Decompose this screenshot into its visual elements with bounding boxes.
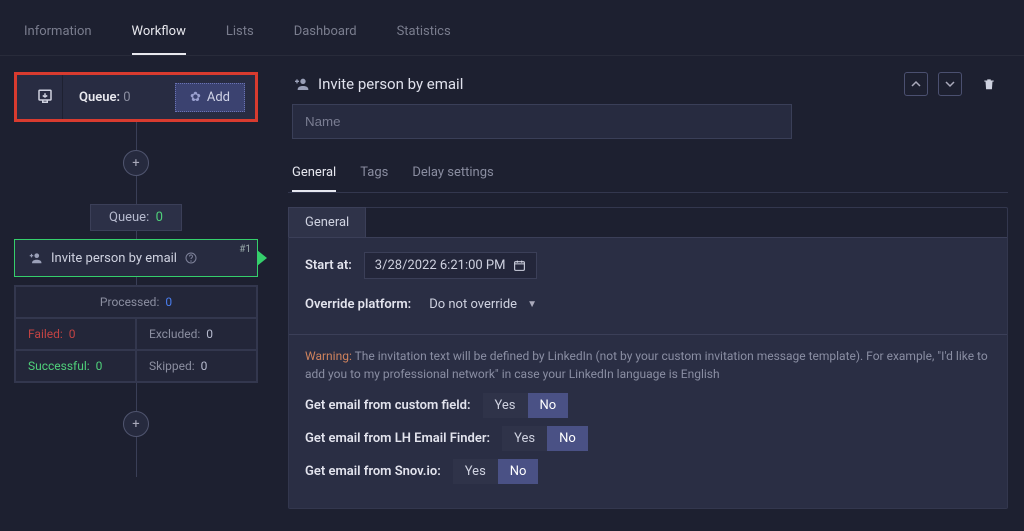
tab-information[interactable]: Information bbox=[24, 14, 92, 55]
add-step-button-1[interactable]: + bbox=[123, 150, 149, 176]
opt-custom-field-label: Get email from custom field: bbox=[305, 398, 471, 413]
subtab-tags[interactable]: Tags bbox=[360, 159, 388, 192]
stat-successful: Successful: 0 bbox=[15, 350, 136, 382]
start-at-label: Start at: bbox=[305, 258, 352, 273]
invite-person-icon bbox=[292, 76, 310, 92]
move-up-button[interactable] bbox=[904, 72, 928, 96]
opt-lh-finder-label: Get email from LH Email Finder: bbox=[305, 431, 490, 446]
opt-snov-toggle[interactable]: Yes No bbox=[453, 459, 539, 484]
details-panel: Invite person by email General Tags Dela… bbox=[280, 56, 1024, 531]
subtab-delay[interactable]: Delay settings bbox=[412, 159, 493, 192]
opt-lh-finder-toggle[interactable]: Yes No bbox=[502, 426, 588, 451]
yes-option[interactable]: Yes bbox=[453, 459, 498, 484]
invite-person-icon bbox=[27, 251, 43, 265]
step-arrow-icon bbox=[257, 250, 267, 266]
panel-title: Invite person by email bbox=[292, 75, 894, 93]
chevron-down-icon: ▼ bbox=[527, 299, 537, 310]
stat-failed: Failed: 0 bbox=[15, 318, 136, 350]
tab-workflow[interactable]: Workflow bbox=[132, 14, 186, 55]
start-at-input[interactable]: 3/28/2022 6:21:00 PM bbox=[364, 252, 538, 279]
queue-node[interactable]: Queue: 0 ✿ Add bbox=[14, 72, 258, 122]
override-label: Override platform: bbox=[305, 297, 411, 312]
gear-icon: ✿ bbox=[190, 90, 201, 105]
subtab-general[interactable]: General bbox=[292, 159, 336, 192]
step-stats: Processed: 0 Failed: 0 Excluded: 0 Succe… bbox=[14, 285, 258, 383]
queue-label: Queue: 0 bbox=[79, 90, 163, 105]
stat-skipped: Skipped: 0 bbox=[136, 350, 257, 382]
workflow-canvas: Queue: 0 ✿ Add + Queue: 0 Invite person … bbox=[0, 56, 280, 531]
yes-option[interactable]: Yes bbox=[483, 393, 528, 418]
move-down-button[interactable] bbox=[938, 72, 962, 96]
yes-option[interactable]: Yes bbox=[502, 426, 547, 451]
no-option[interactable]: No bbox=[547, 426, 588, 451]
queue-icon bbox=[27, 75, 63, 119]
add-button[interactable]: ✿ Add bbox=[175, 83, 245, 112]
calendar-icon bbox=[513, 259, 526, 272]
tab-dashboard[interactable]: Dashboard bbox=[294, 14, 357, 55]
main-tabs: Information Workflow Lists Dashboard Sta… bbox=[0, 0, 1024, 56]
opt-snov-label: Get email from Snov.io: bbox=[305, 464, 441, 479]
add-step-button-2[interactable]: + bbox=[123, 411, 149, 437]
no-option[interactable]: No bbox=[528, 393, 569, 418]
warning-text: Warning: The invitation text will be def… bbox=[305, 347, 991, 383]
step-invite-by-email[interactable]: Invite person by email #1 bbox=[14, 239, 258, 277]
help-icon[interactable] bbox=[185, 252, 197, 264]
step-name-input[interactable] bbox=[292, 104, 792, 139]
delete-button[interactable] bbox=[982, 76, 996, 92]
tab-statistics[interactable]: Statistics bbox=[397, 14, 451, 55]
stat-excluded: Excluded: 0 bbox=[136, 318, 257, 350]
queue-badge: Queue: 0 bbox=[90, 204, 182, 231]
opt-custom-field-toggle[interactable]: Yes No bbox=[483, 393, 569, 418]
stat-processed: Processed: 0 bbox=[15, 286, 257, 318]
no-option[interactable]: No bbox=[498, 459, 539, 484]
step-index: #1 bbox=[239, 244, 251, 255]
step-title: Invite person by email bbox=[51, 251, 177, 266]
override-select[interactable]: Do not override ▼ bbox=[423, 293, 543, 316]
inner-tab-general[interactable]: General bbox=[288, 207, 366, 237]
panel-subtabs: General Tags Delay settings bbox=[288, 149, 1008, 193]
tab-lists[interactable]: Lists bbox=[226, 14, 254, 55]
